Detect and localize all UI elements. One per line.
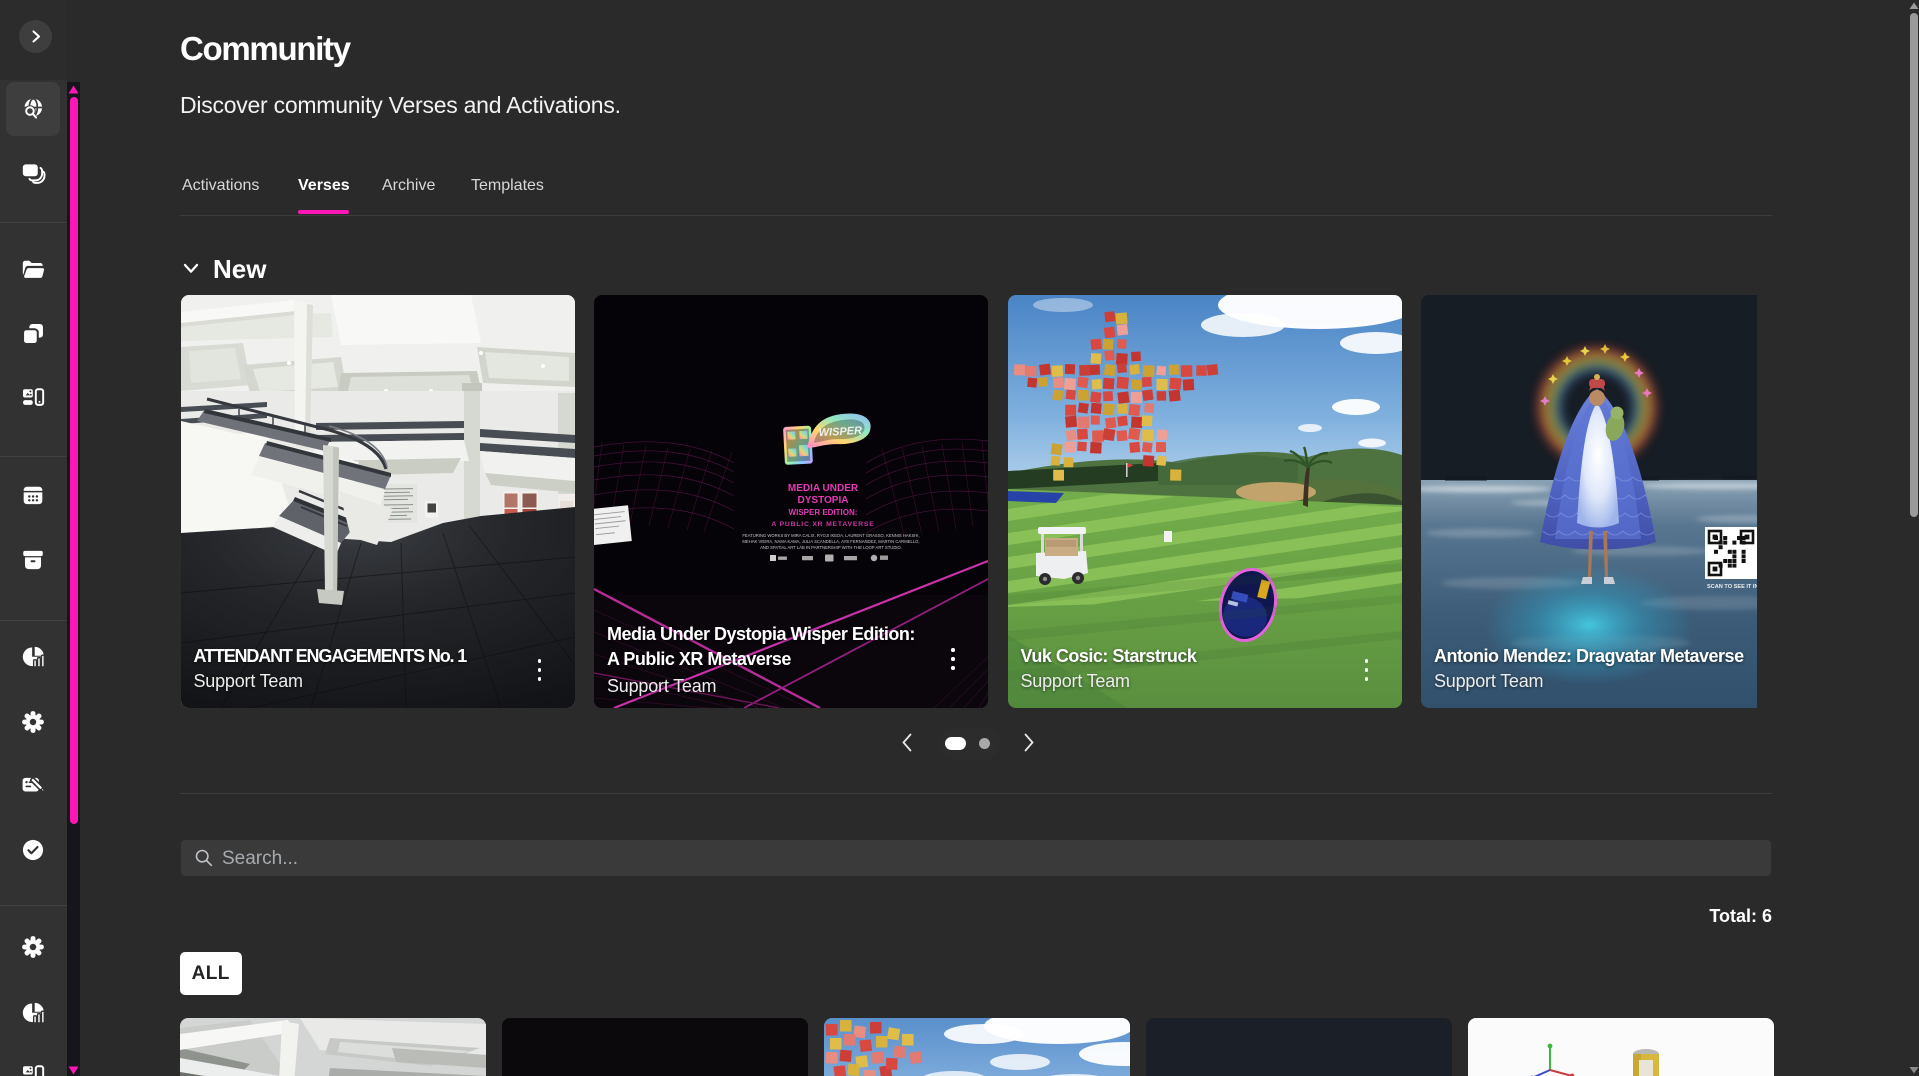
svg-text:WISPER: WISPER (818, 425, 862, 439)
svg-text:AND SPATIAL ART LAB IN PARTNER: AND SPATIAL ART LAB IN PARTNERSHIP WITH … (760, 545, 902, 550)
svg-text:WISPER EDITION:: WISPER EDITION: (789, 508, 858, 517)
svg-text:MEDIA UNDER: MEDIA UNDER (788, 483, 859, 494)
svg-text:SCAN TO SEE IT IN A: SCAN TO SEE IT IN A (1707, 584, 1757, 590)
svg-text:DYSTOPIA: DYSTOPIA (798, 495, 849, 506)
svg-text:FEATURING WORKS BY MIRA CALIX,: FEATURING WORKS BY MIRA CALIX, RYOJI IKE… (742, 533, 919, 538)
svg-text:A PUBLIC XR METAVERSE: A PUBLIC XR METAVERSE (771, 521, 874, 528)
svg-text:MEHAK VIEIRA, NAMA KAMA, JULIA: MEHAK VIEIRA, NAMA KAMA, JULIA SCANDELLA… (742, 539, 919, 544)
